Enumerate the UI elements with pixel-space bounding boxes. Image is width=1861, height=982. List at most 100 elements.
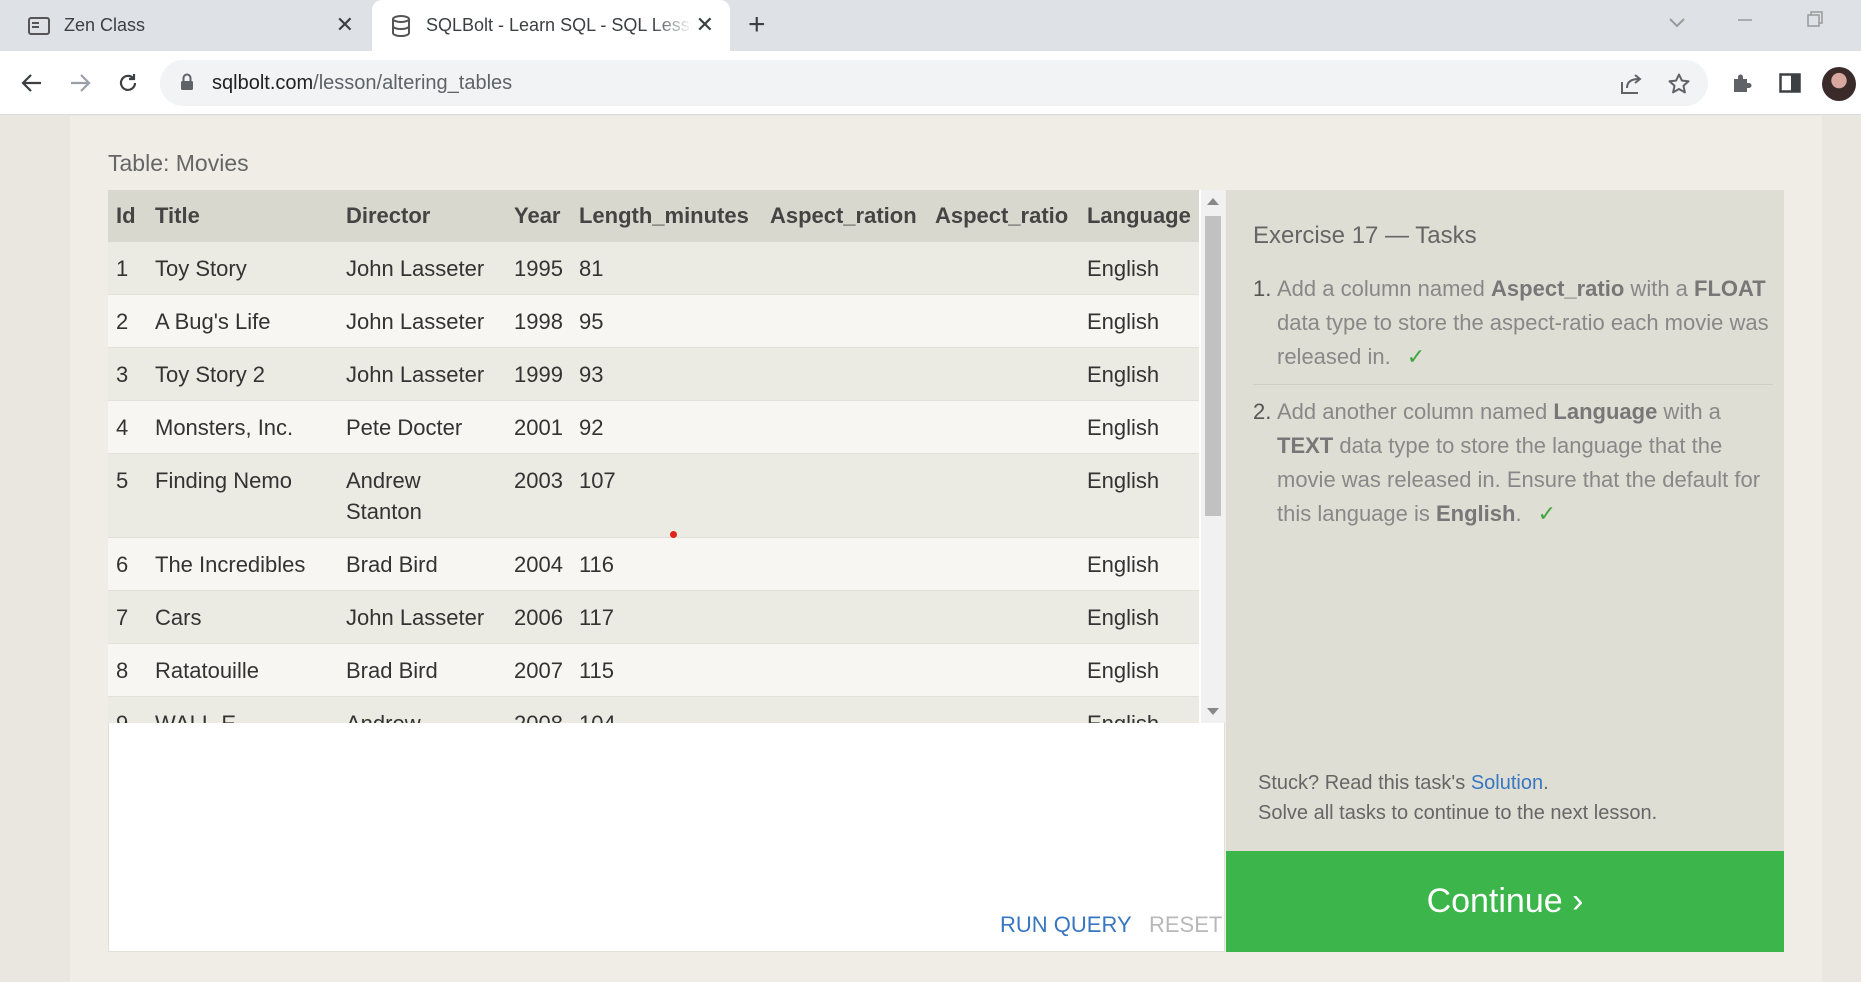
table-row: 7 Cars John Lasseter 2006 117 English bbox=[108, 590, 1199, 644]
scroll-down-arrow-icon[interactable] bbox=[1207, 708, 1219, 715]
back-arrow-icon[interactable] bbox=[14, 65, 50, 101]
stuck-line: Stuck? Read this task's Solution. bbox=[1258, 768, 1657, 798]
tab-search-chevron-icon[interactable] bbox=[1668, 12, 1686, 35]
cell-aspect-ratio bbox=[926, 294, 1079, 348]
task-text: Add another column named Language with a… bbox=[1277, 395, 1773, 531]
lock-icon[interactable] bbox=[180, 73, 194, 96]
table-label: Table: Movies bbox=[108, 150, 249, 176]
profile-avatar[interactable] bbox=[1822, 67, 1856, 101]
tasks-heading: Exercise 17 — Tasks bbox=[1253, 222, 1477, 249]
task-text-bold: Language bbox=[1553, 399, 1658, 424]
cell-aspect-ratio bbox=[926, 590, 1079, 644]
cell-language: English bbox=[1078, 590, 1199, 644]
cell-aspect-ration bbox=[761, 347, 927, 401]
cell-length: 116 bbox=[570, 537, 762, 591]
extensions-puzzle-icon[interactable] bbox=[1728, 69, 1756, 97]
cell-id: 3 bbox=[108, 347, 147, 401]
task-text-bold: English bbox=[1436, 501, 1516, 526]
reset-button[interactable]: RESET bbox=[1149, 912, 1222, 938]
side-panel-icon[interactable] bbox=[1776, 69, 1804, 97]
table-row: 4 Monsters, Inc. Pete Docter 2001 92 English bbox=[108, 400, 1199, 454]
tab-title: SQLBolt - Learn SQL - SQL Lesson 17 bbox=[426, 15, 692, 35]
cursor-dot bbox=[670, 531, 677, 538]
table-row: 9WALL-EAndrew Stanton2008104 English bbox=[108, 696, 1199, 723]
task-text-bold: Aspect_ratio bbox=[1491, 276, 1625, 301]
results-scrollbar[interactable] bbox=[1201, 190, 1225, 723]
task-number: 1. bbox=[1253, 276, 1272, 301]
cell-year: 2008 bbox=[506, 696, 571, 723]
cell-id: 7 bbox=[108, 590, 147, 644]
run-query-button[interactable]: RUN QUERY bbox=[1000, 912, 1132, 938]
tab-sqlbolt[interactable]: SQLBolt - Learn SQL - SQL Lesson 17 ✕ bbox=[372, 0, 730, 51]
tab-close-icon[interactable]: ✕ bbox=[696, 14, 714, 36]
cell-year: 2003 bbox=[506, 453, 571, 538]
task-text-part: Add another column named bbox=[1277, 399, 1554, 424]
cell-title: Toy Story bbox=[147, 242, 338, 295]
query-results-table[interactable]: Id Title Director Year Length_minutes As… bbox=[108, 190, 1201, 723]
cell-aspect-ratio bbox=[926, 537, 1079, 591]
checkmark-icon: ✓ bbox=[1537, 501, 1557, 526]
cell-id: 5 bbox=[108, 453, 147, 538]
restore-icon[interactable] bbox=[1806, 10, 1824, 36]
cell-year: 1995 bbox=[506, 242, 571, 295]
task-number: 2. bbox=[1253, 399, 1272, 424]
cell-title: WALL-E bbox=[147, 696, 338, 723]
cell-id: 8 bbox=[108, 643, 147, 697]
cell-director: Andrew Stanton bbox=[338, 696, 506, 723]
task-list: 1. Add a column named Aspect_ratio with … bbox=[1253, 272, 1773, 551]
cell-year: 1998 bbox=[506, 294, 571, 348]
cell-aspect-ration bbox=[761, 400, 927, 454]
new-tab-button[interactable]: + bbox=[748, 10, 766, 40]
scroll-up-arrow-icon[interactable] bbox=[1207, 198, 1219, 205]
cell-aspect-ratio bbox=[926, 643, 1079, 697]
tab-zen-class[interactable]: Zen Class ✕ bbox=[0, 0, 370, 51]
cell-id: 4 bbox=[108, 400, 147, 454]
cell-director: John Lasseter bbox=[338, 590, 506, 644]
continue-button[interactable]: Continue › bbox=[1226, 851, 1784, 952]
help-text: Stuck? Read this task's Solution. Solve … bbox=[1258, 768, 1657, 828]
cell-id: 6 bbox=[108, 537, 147, 591]
table-header-row: Id Title Director Year Length_minutes As… bbox=[108, 190, 1199, 242]
cell-aspect-ration bbox=[761, 242, 927, 295]
cell-year: 1999 bbox=[506, 347, 571, 401]
scrollbar-thumb[interactable] bbox=[1205, 216, 1221, 516]
share-icon[interactable] bbox=[1618, 71, 1644, 97]
forward-arrow-icon[interactable] bbox=[62, 65, 98, 101]
minimize-icon[interactable] bbox=[1736, 10, 1754, 36]
cell-id: 1 bbox=[108, 242, 147, 295]
task-item: 1. Add a column named Aspect_ratio with … bbox=[1253, 272, 1773, 385]
url-domain: sqlbolt.com bbox=[212, 72, 314, 94]
zen-class-favicon-icon bbox=[28, 15, 50, 37]
tab-title: Zen Class bbox=[64, 15, 146, 35]
cell-length: 107 bbox=[570, 453, 762, 538]
column-header: Id bbox=[108, 190, 147, 242]
tab-strip: Zen Class ✕ SQLBolt - Learn SQL - SQL Le… bbox=[0, 0, 1861, 51]
cell-director: Brad Bird bbox=[338, 643, 506, 697]
cell-year: 2007 bbox=[506, 643, 571, 697]
cell-aspect-ration bbox=[761, 294, 927, 348]
task-text-part: with a bbox=[1657, 399, 1721, 424]
cell-title: A Bug's Life bbox=[147, 294, 338, 348]
cell-director: John Lasseter bbox=[338, 294, 506, 348]
column-header: Language bbox=[1078, 190, 1199, 242]
url-text: sqlbolt.com/lesson/altering_tables bbox=[212, 72, 512, 95]
column-header: Director bbox=[338, 190, 506, 242]
cell-length: 95 bbox=[570, 294, 762, 348]
cell-language: English bbox=[1078, 643, 1199, 697]
cell-aspect-ratio bbox=[926, 400, 1079, 454]
cell-language: English bbox=[1078, 453, 1199, 538]
solution-link[interactable]: Solution bbox=[1471, 772, 1543, 794]
cell-language: English bbox=[1078, 347, 1199, 401]
cell-director: Brad Bird bbox=[338, 537, 506, 591]
bookmark-star-icon[interactable] bbox=[1666, 71, 1692, 97]
tab-close-icon[interactable]: ✕ bbox=[336, 14, 354, 36]
database-favicon-icon bbox=[390, 14, 412, 37]
cell-length: 81 bbox=[570, 242, 762, 295]
address-bar[interactable]: sqlbolt.com/lesson/altering_tables bbox=[160, 60, 1708, 106]
reload-icon[interactable] bbox=[110, 65, 146, 101]
cell-length: 104 bbox=[570, 696, 762, 723]
task-text-part: Add a column named bbox=[1277, 276, 1492, 301]
cell-title: The Incredibles bbox=[147, 537, 338, 591]
task-text-part: . bbox=[1515, 501, 1522, 526]
column-header: Length_minutes bbox=[570, 190, 762, 242]
